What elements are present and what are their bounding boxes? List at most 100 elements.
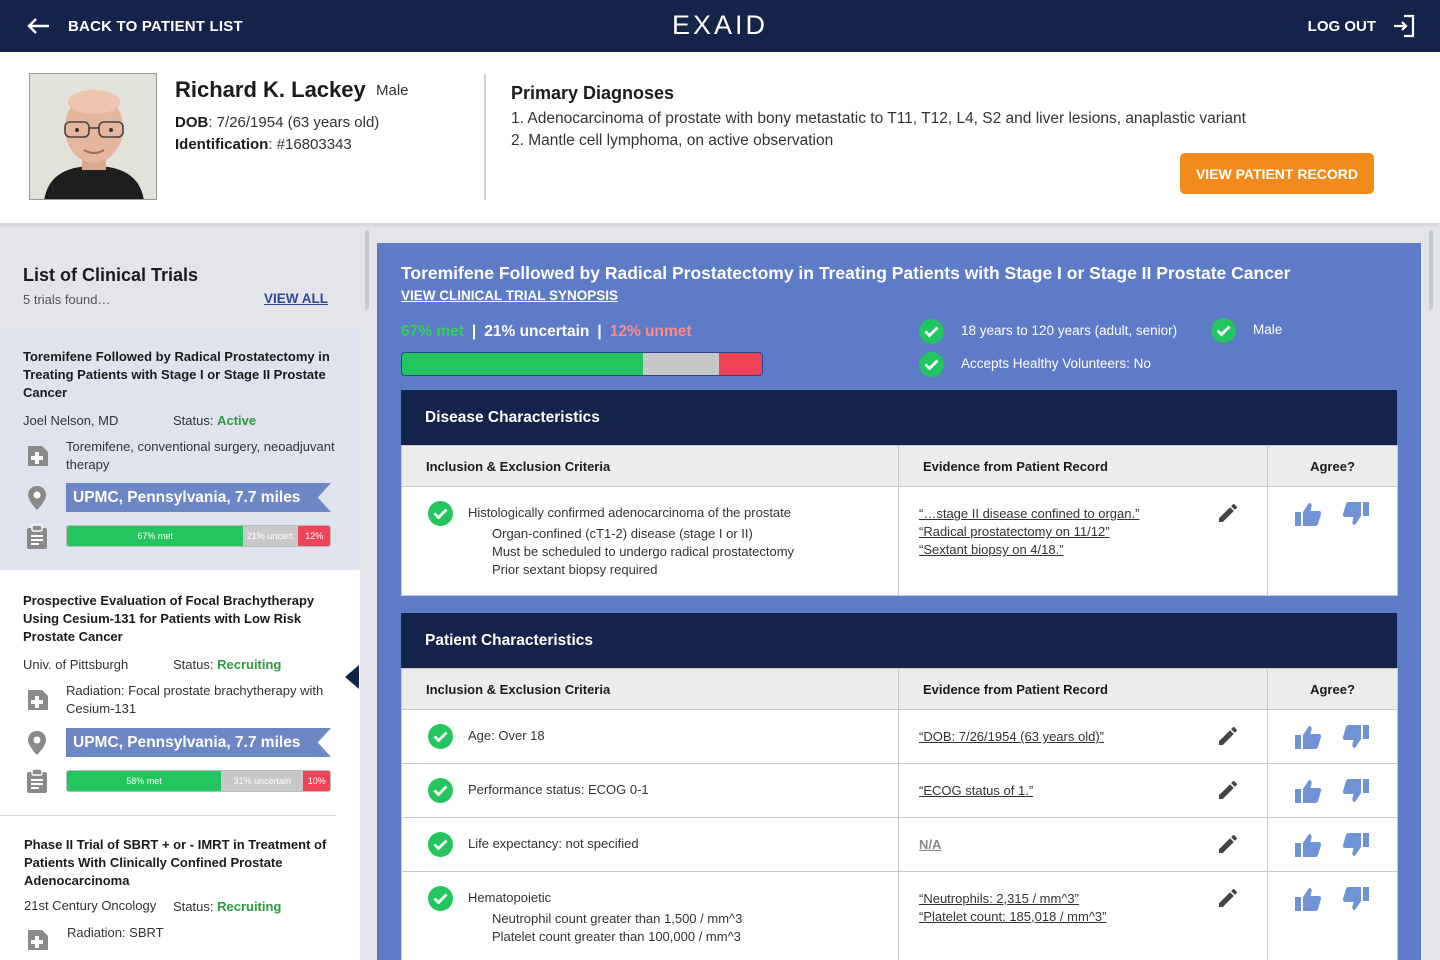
criterion-cell: Hematopoietic Neutrophil count greater t… (401, 871, 899, 960)
view-all-link[interactable]: VIEW ALL (264, 291, 328, 306)
pencil-icon[interactable] (1216, 778, 1240, 802)
thumbs-down-icon[interactable] (1342, 724, 1370, 753)
trial-title: Toremifene Followed by Radical Prostatec… (23, 349, 330, 400)
thumbs-up-icon[interactable] (1294, 832, 1322, 861)
evidence-link[interactable]: “DOB: 7/26/1954 (63 years old)” (919, 728, 1267, 746)
status-value: Recruiting (217, 899, 282, 914)
patient-header: Richard K. Lackey Male DOB: 7/26/1954 (6… (0, 52, 1440, 224)
summary-separator: | (471, 323, 477, 340)
criterion-sub: Platelet count greater than 100,000 / mm… (492, 929, 741, 944)
evidence-column-header: Evidence from Patient Record (898, 668, 1268, 710)
diagnosis-item: 1. Adenocarcinoma of prostate with bony … (511, 110, 1246, 127)
id-value: : #16803343 (268, 136, 352, 153)
pencil-icon[interactable] (1216, 886, 1240, 910)
trial-status: Status: Recruiting (173, 899, 281, 914)
trial-intervention: Radiation: Focal prostate brachytherapy … (66, 683, 324, 716)
criterion-text: Hematopoietic (468, 890, 552, 905)
trial-card[interactable]: Prospective Evaluation of Focal Brachyth… (0, 570, 360, 815)
patient-dob: DOB: 7/26/1954 (63 years old) (175, 114, 379, 131)
clipboard-icon (27, 768, 47, 793)
criterion-cell: Life expectancy: not specified (401, 817, 899, 872)
eligibility-sex: Male (1253, 322, 1283, 337)
pencil-icon[interactable] (1216, 832, 1240, 856)
criteria-table: Inclusion & Exclusion Criteria Evidence … (401, 445, 1398, 596)
table-row: Life expectancy: not specified N/A (401, 817, 1398, 872)
trial-card[interactable]: Toremifene Followed by Radical Prostatec… (0, 328, 360, 570)
view-synopsis-link[interactable]: VIEW CLINICAL TRIAL SYNOPSIS (401, 288, 618, 303)
evidence-cell: “…stage II disease confined to organ.” “… (898, 486, 1268, 596)
trial-detail-title: Toremifene Followed by Radical Prostatec… (401, 263, 1291, 283)
clipboard-icon (27, 524, 47, 549)
check-circle-icon (1211, 318, 1236, 343)
match-summary: 67% met | 21% uncertain | 12% unmet (401, 323, 692, 341)
patient-sex: Male (376, 82, 409, 99)
evidence-link[interactable]: “Neutrophils: 2,315 / mm^3” (919, 890, 1267, 908)
thumbs-down-icon[interactable] (1342, 886, 1370, 915)
patient-name: Richard K. Lackey (175, 77, 366, 102)
agree-column-header: Agree? (1267, 668, 1398, 710)
view-patient-record-button[interactable]: VIEW PATIENT RECORD (1180, 153, 1374, 194)
table-row: Histologically confirmed adenocarcinoma … (401, 486, 1398, 596)
met-segment: 58% met (67, 771, 222, 791)
met-segment (402, 353, 644, 375)
criterion-cell: Histologically confirmed adenocarcinoma … (401, 486, 899, 596)
thumbs-up-icon[interactable] (1294, 778, 1322, 807)
trials-count: 5 trials found… (23, 292, 111, 307)
evidence-link[interactable]: “Radical prostatectomy on 11/12” (919, 523, 1267, 541)
met-segment: 67% met (67, 526, 244, 546)
evidence-link[interactable]: “Sextant biopsy on 4/18.” (919, 541, 1267, 559)
pencil-icon[interactable] (1216, 501, 1240, 525)
id-label: Identification (175, 136, 269, 153)
location-pin-icon (28, 486, 46, 510)
criteria-column-header: Inclusion & Exclusion Criteria (401, 668, 899, 710)
logout-button[interactable]: LOG OUT (1308, 0, 1416, 52)
thumbs-up-icon[interactable] (1294, 501, 1322, 530)
medical-kit-icon (28, 690, 48, 710)
thumbs-up-icon[interactable] (1294, 886, 1322, 915)
check-circle-icon (919, 319, 944, 344)
trial-location: UPMC, Pennsylvania, 7.7 miles (66, 483, 331, 512)
match-progress-bar (401, 352, 763, 376)
trial-intervention: Toremifene, conventional surgery, neoadj… (66, 439, 335, 472)
logout-icon (1394, 14, 1415, 38)
trial-title: Phase II Trial of SBRT + or - IMRT in Tr… (24, 837, 327, 888)
evidence-link[interactable]: “ECOG status of 1.” (919, 782, 1267, 800)
thumbs-down-icon[interactable] (1342, 832, 1370, 861)
patient-photo (29, 73, 157, 200)
criterion-sub: Organ-confined (cT1-2) disease (stage I … (492, 526, 753, 541)
agree-cell (1267, 817, 1398, 872)
criterion-sub: Prior sextant biopsy required (492, 562, 658, 577)
criterion-cell: Age: Over 18 (401, 709, 899, 764)
table-row: Performance status: ECOG 0-1 “ECOG statu… (401, 763, 1398, 818)
table-row: Age: Over 18 “DOB: 7/26/1954 (63 years o… (401, 709, 1398, 764)
dob-value: : 7/26/1954 (63 years old) (208, 114, 380, 131)
uncertain-summary: 21% uncertain (484, 323, 590, 340)
criteria-column-header: Inclusion & Exclusion Criteria (401, 445, 899, 487)
back-to-patient-list-button[interactable]: BACK TO PATIENT LIST (26, 0, 243, 52)
criterion-cell: Performance status: ECOG 0-1 (401, 763, 899, 818)
met-summary: 67% met (401, 323, 464, 340)
trial-detail-panel: Toremifene Followed by Radical Prostatec… (377, 243, 1421, 960)
thumbs-down-icon[interactable] (1342, 501, 1370, 530)
trial-card[interactable]: Phase II Trial of SBRT + or - IMRT in Tr… (0, 816, 360, 960)
main-scrollbar[interactable] (1429, 230, 1433, 310)
thumbs-down-icon[interactable] (1342, 778, 1370, 807)
trial-intervention: Radiation: SBRT (67, 925, 164, 940)
pencil-icon[interactable] (1216, 724, 1240, 748)
evidence-link[interactable]: “Platelet count: 185,018 / mm^3” (919, 908, 1267, 926)
evidence-cell: N/A (898, 817, 1268, 872)
status-label: Status: (173, 657, 214, 672)
status-value: Recruiting (217, 657, 282, 672)
uncertain-segment: 31% uncertain (221, 771, 304, 791)
status-label: Status: (173, 413, 214, 428)
unmet-segment: 10% (303, 771, 330, 791)
check-circle-icon (428, 724, 453, 749)
evidence-link[interactable]: N/A (919, 836, 1267, 854)
check-circle-icon (428, 832, 453, 857)
thumbs-up-icon[interactable] (1294, 724, 1322, 753)
sidebar-title: List of Clinical Trials (23, 265, 199, 285)
evidence-link[interactable]: “…stage II disease confined to organ.” (919, 505, 1267, 523)
unmet-summary: 12% unmet (609, 323, 692, 340)
check-circle-icon (428, 886, 453, 911)
sidebar-scrollbar[interactable] (365, 230, 369, 310)
